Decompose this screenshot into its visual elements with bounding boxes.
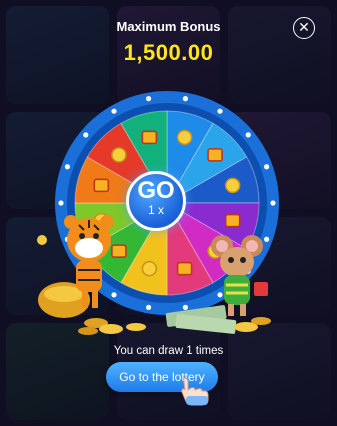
draw-count-text: You can draw 1 times (113, 345, 224, 357)
rim-bulb-icon (64, 164, 70, 170)
rim-bulb-icon (270, 200, 276, 206)
rim-bulb-icon (264, 164, 270, 170)
rim-bulb-icon (83, 132, 89, 138)
rim-bulb-icon (145, 96, 152, 102)
gift-icon (176, 261, 193, 276)
rim-bulb-icon (111, 108, 117, 114)
rim-bulb-icon (58, 200, 64, 206)
pointing-hand-icon (181, 377, 209, 406)
gift-icon (141, 130, 158, 145)
coin-icon (111, 147, 127, 163)
spin-count: 1 x (147, 203, 164, 217)
rim-bulb-icon (182, 96, 189, 102)
bonus-amount: 1,500.00 (123, 40, 214, 65)
close-icon: ✕ (298, 19, 310, 35)
coin-pile-icon (78, 305, 271, 335)
rim-bulb-icon (217, 108, 223, 114)
rim-bulb-icon (245, 132, 251, 138)
bonus-title: Maximum Bonus (116, 19, 221, 34)
coin-icon (141, 260, 158, 277)
go-label: GO (137, 177, 175, 204)
close-button[interactable]: ✕ (293, 17, 315, 39)
coin-icon (224, 177, 241, 194)
coin-icon (176, 129, 193, 146)
gift-icon (207, 148, 223, 162)
go-spin-button[interactable]: GO 1 x (126, 171, 186, 231)
gift-icon (224, 213, 241, 228)
gift-icon (93, 178, 110, 193)
